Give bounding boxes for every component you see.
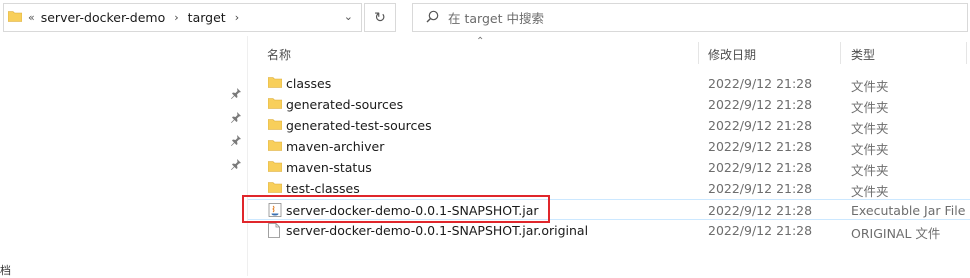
file-date: 2022/9/12 21:28 [708, 223, 813, 238]
chevron-right-icon[interactable]: › [235, 11, 239, 24]
search-icon [426, 10, 439, 26]
search-box[interactable]: 在 target 中搜索 [412, 3, 968, 32]
refresh-icon: ↻ [374, 9, 386, 26]
chevron-right-icon[interactable]: › [174, 11, 178, 24]
file-row[interactable]: maven-archiver 2022/9/12 21:28 文件夹 [248, 136, 970, 157]
folder-icon [267, 181, 283, 196]
file-name: generated-test-sources [286, 118, 432, 133]
file-date: 2022/9/12 21:28 [708, 160, 813, 175]
column-header-name[interactable]: 名称 [267, 46, 291, 63]
pin-icon[interactable] [230, 87, 242, 99]
pin-icon[interactable] [230, 158, 242, 170]
file-row[interactable]: generated-sources 2022/9/12 21:28 文件夹 [248, 94, 970, 115]
folder-icon [267, 97, 283, 112]
file-date: 2022/9/12 21:28 [708, 76, 813, 91]
file-type: 文件夹 [851, 79, 889, 94]
file-type: 文件夹 [851, 121, 889, 136]
file-row[interactable]: server-docker-demo-0.0.1-SNAPSHOT.jar.or… [248, 220, 970, 241]
file-row[interactable]: classes 2022/9/12 21:28 文件夹 [248, 73, 970, 94]
file-type: ORIGINAL 文件 [851, 226, 941, 241]
navigation-pane [0, 36, 247, 276]
folder-icon [267, 139, 283, 154]
column-divider[interactable] [966, 42, 967, 64]
file-type: 文件夹 [851, 163, 889, 178]
column-divider[interactable] [698, 42, 699, 64]
chevron-down-icon[interactable]: ⌄ [344, 10, 353, 23]
file-name: generated-sources [286, 97, 404, 112]
folder-icon [267, 160, 283, 175]
column-divider[interactable] [840, 42, 841, 64]
file-date: 2022/9/12 21:28 [708, 181, 813, 196]
folder-icon [267, 118, 283, 133]
column-header-type[interactable]: 类型 [851, 46, 875, 63]
breadcrumb-overflow[interactable]: « [28, 11, 35, 24]
column-header-row: 名称 修改日期 类型 [248, 42, 970, 64]
file-row[interactable]: maven-status 2022/9/12 21:28 文件夹 [248, 157, 970, 178]
refresh-button[interactable]: ↻ [364, 3, 396, 32]
file-name: test-classes [286, 181, 360, 196]
folder-icon [267, 76, 283, 91]
address-toolbar: « server-docker-demo › target › ⌄ ↻ 在 ta… [0, 0, 970, 36]
file-row[interactable]: generated-test-sources 2022/9/12 21:28 文… [248, 115, 970, 136]
breadcrumb-target[interactable]: target [188, 10, 226, 25]
folder-icon [7, 10, 23, 25]
file-date: 2022/9/12 21:28 [708, 97, 813, 112]
file-name: maven-status [286, 160, 372, 175]
file-name: server-docker-demo-0.0.1-SNAPSHOT.jar.or… [286, 223, 589, 238]
document-icon [268, 223, 280, 241]
highlight-annotation-box [242, 195, 550, 223]
breadcrumb-server-docker-demo[interactable]: server-docker-demo [41, 10, 166, 25]
file-date: 2022/9/12 21:28 [708, 118, 813, 133]
file-name: maven-archiver [286, 139, 385, 154]
pin-icon[interactable] [230, 111, 242, 123]
file-name: classes [286, 76, 332, 91]
file-type: 文件夹 [851, 184, 889, 199]
search-input[interactable]: 在 target 中搜索 [448, 8, 544, 27]
pin-icon[interactable] [230, 134, 242, 146]
file-type: 文件夹 [851, 100, 889, 115]
address-bar[interactable]: « server-docker-demo › target › ⌄ [3, 3, 362, 32]
file-date: 2022/9/12 21:28 [708, 139, 813, 154]
file-date: 2022/9/12 21:28 [708, 203, 813, 218]
column-header-date[interactable]: 修改日期 [708, 46, 756, 63]
file-type: 文件夹 [851, 142, 889, 157]
file-type: Executable Jar File [851, 203, 966, 218]
